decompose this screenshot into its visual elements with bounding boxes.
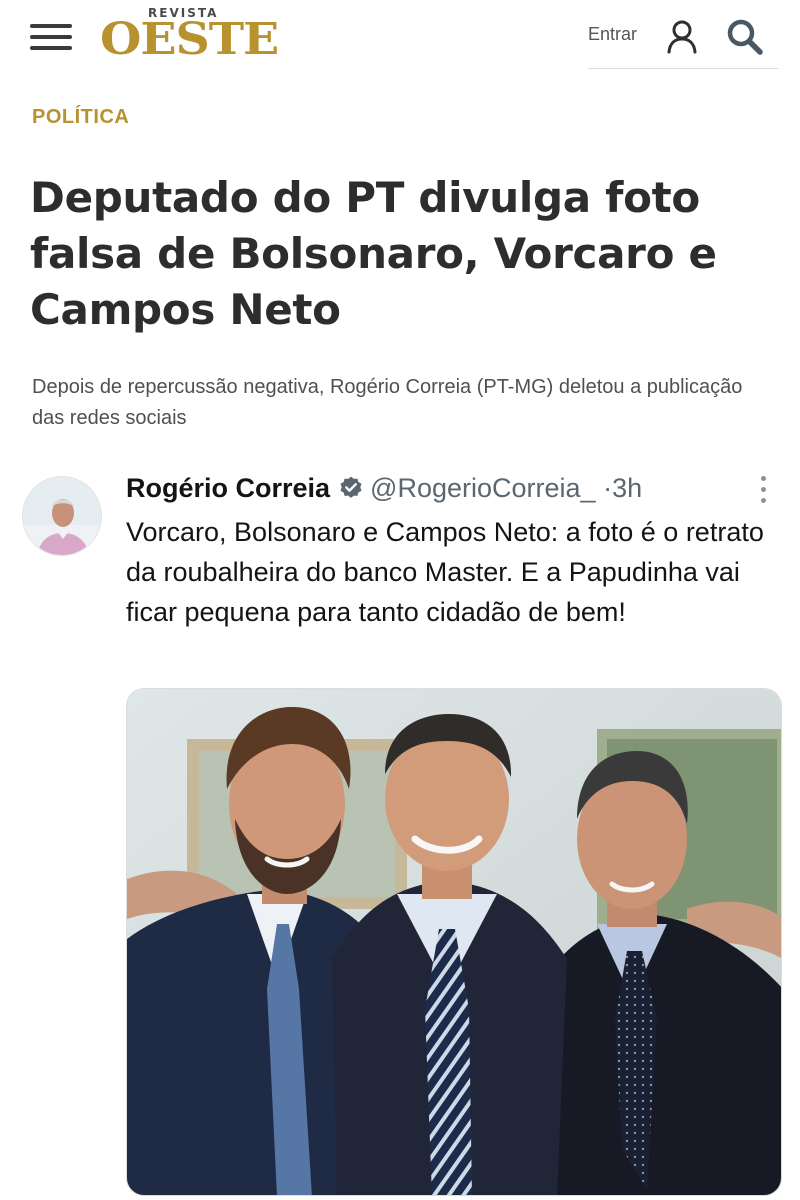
site-header: REVISTA OESTE Entrar: [0, 0, 800, 80]
more-options-icon[interactable]: [756, 474, 770, 506]
tweet-separator: ·: [603, 473, 613, 503]
dot: [761, 487, 766, 492]
site-logo[interactable]: REVISTA OESTE: [100, 6, 279, 68]
author-avatar[interactable]: [22, 476, 102, 556]
logo-big-text: OESTE: [100, 14, 279, 65]
menu-line: [30, 46, 72, 50]
tweet-timestamp[interactable]: 3h: [612, 473, 642, 503]
tweet-header: Rogério Correia @RogerioCorreia_ ·3h: [126, 468, 786, 508]
login-link[interactable]: Entrar: [588, 24, 637, 45]
dot: [761, 476, 766, 481]
header-divider: [588, 68, 778, 69]
tweet-author-name[interactable]: Rogério Correia: [126, 473, 330, 503]
menu-line: [30, 24, 72, 28]
dot: [761, 498, 766, 503]
article-subheadline: Depois de repercussão negativa, Rogério …: [32, 376, 743, 429]
menu-icon[interactable]: [30, 22, 72, 52]
section-kicker[interactable]: POLÍTICA: [32, 106, 129, 129]
tweet-handle[interactable]: @RogerioCorreia_: [370, 473, 596, 503]
tweet-text: Vorcaro, Bolsonaro e Campos Neto: a foto…: [126, 517, 764, 627]
search-icon[interactable]: [726, 18, 764, 56]
verified-icon: [340, 476, 362, 498]
tweet-photo[interactable]: [126, 688, 782, 1196]
avatar-image: [23, 477, 101, 555]
menu-line: [30, 35, 72, 39]
article-headline: Deputado do PT divulga foto falsa de Bol…: [30, 173, 717, 334]
user-icon[interactable]: [664, 18, 700, 54]
photo-three-men: [127, 689, 781, 1195]
